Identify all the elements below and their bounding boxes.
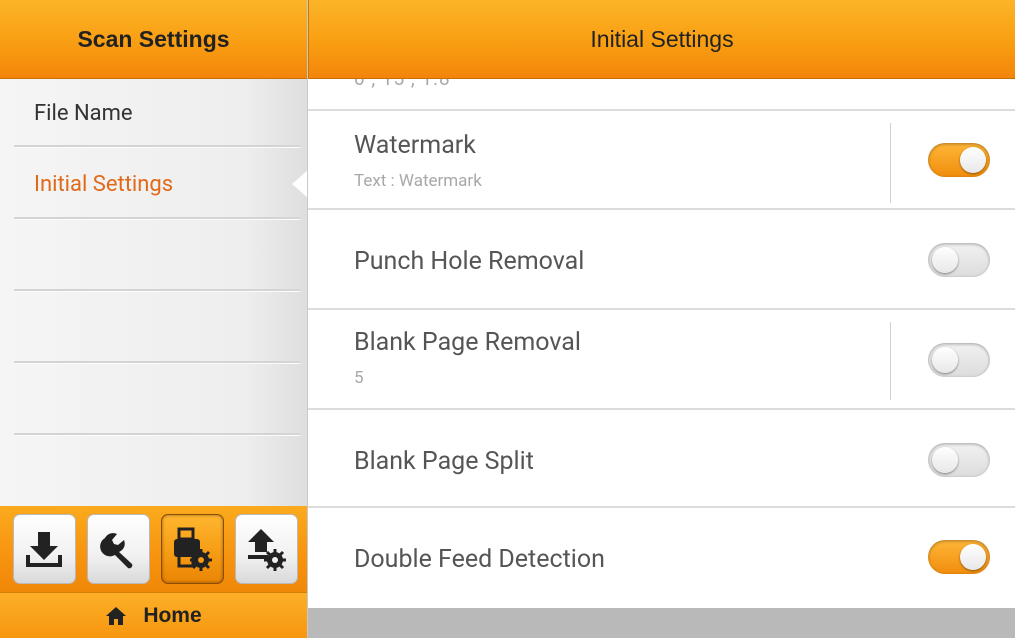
setting-title: Double Feed Detection: [354, 545, 605, 574]
main-panel: Initial Settings 0 , 15 , 1.8 Watermark …: [308, 0, 1015, 638]
setting-row-double-feed-detection[interactable]: Double Feed Detection: [308, 508, 1015, 606]
scanner-settings-icon: [174, 527, 212, 571]
watermark-toggle[interactable]: [928, 143, 990, 177]
sidebar-item-empty: [0, 220, 307, 292]
main-header: Initial Settings: [308, 0, 1015, 79]
setting-title: Watermark: [354, 131, 476, 160]
setting-title: Punch Hole Removal: [354, 247, 585, 276]
setting-title: Blank Page Split: [354, 447, 534, 476]
setting-title: Blank Page Removal: [354, 328, 581, 357]
sidebar: Scan Settings File Name Initial Settings: [0, 0, 308, 638]
sidebar-item-file-name[interactable]: File Name: [0, 79, 307, 148]
bottom-bar: [308, 608, 1015, 638]
setting-row-watermark[interactable]: Watermark Text : Watermark: [308, 111, 1015, 210]
blank-page-removal-toggle[interactable]: [928, 343, 990, 377]
double-feed-detection-toggle[interactable]: [928, 540, 990, 574]
punch-hole-removal-toggle[interactable]: [928, 243, 990, 277]
sidebar-item-label: Initial Settings: [34, 171, 174, 197]
blank-page-split-toggle[interactable]: [928, 443, 990, 477]
setting-row-blank-page-removal[interactable]: Blank Page Removal 5: [308, 310, 1015, 410]
download-button[interactable]: [12, 514, 76, 584]
sidebar-nav: File Name Initial Settings: [0, 79, 308, 436]
upload-settings-icon: [248, 529, 286, 571]
setting-row-partial: 0 , 15 , 1.8: [308, 79, 1015, 111]
home-button[interactable]: Home: [0, 592, 307, 638]
sidebar-item-empty: [0, 292, 307, 364]
bottom-toolbar: [0, 506, 307, 592]
download-icon: [26, 532, 62, 567]
page-title: Initial Settings: [590, 25, 734, 52]
sidebar-item-initial-settings[interactable]: Initial Settings: [0, 148, 308, 220]
settings-list[interactable]: 0 , 15 , 1.8 Watermark Text : Watermark …: [308, 79, 1015, 606]
wrench-icon: [100, 533, 133, 569]
home-icon: [106, 606, 127, 625]
setting-subtitle: 5: [354, 368, 364, 388]
row-separator: [890, 322, 891, 400]
tools-button[interactable]: [86, 514, 150, 584]
row-separator: [890, 123, 891, 203]
sidebar-item-label: File Name: [34, 101, 133, 126]
setting-row-punch-hole-removal[interactable]: Punch Hole Removal: [308, 210, 1015, 310]
sidebar-title: Scan Settings: [77, 25, 230, 52]
setting-partial-text: 0 , 15 , 1.8: [354, 79, 451, 90]
setting-subtitle: Text : Watermark: [354, 171, 482, 191]
sidebar-header: Scan Settings: [0, 0, 307, 79]
sidebar-item-empty: [0, 364, 307, 436]
active-pointer-icon: [292, 170, 308, 198]
setting-row-blank-page-split[interactable]: Blank Page Split: [308, 410, 1015, 508]
upload-settings-button[interactable]: [234, 514, 298, 584]
scan-settings-button[interactable]: [160, 514, 224, 584]
home-label: Home: [143, 603, 202, 627]
